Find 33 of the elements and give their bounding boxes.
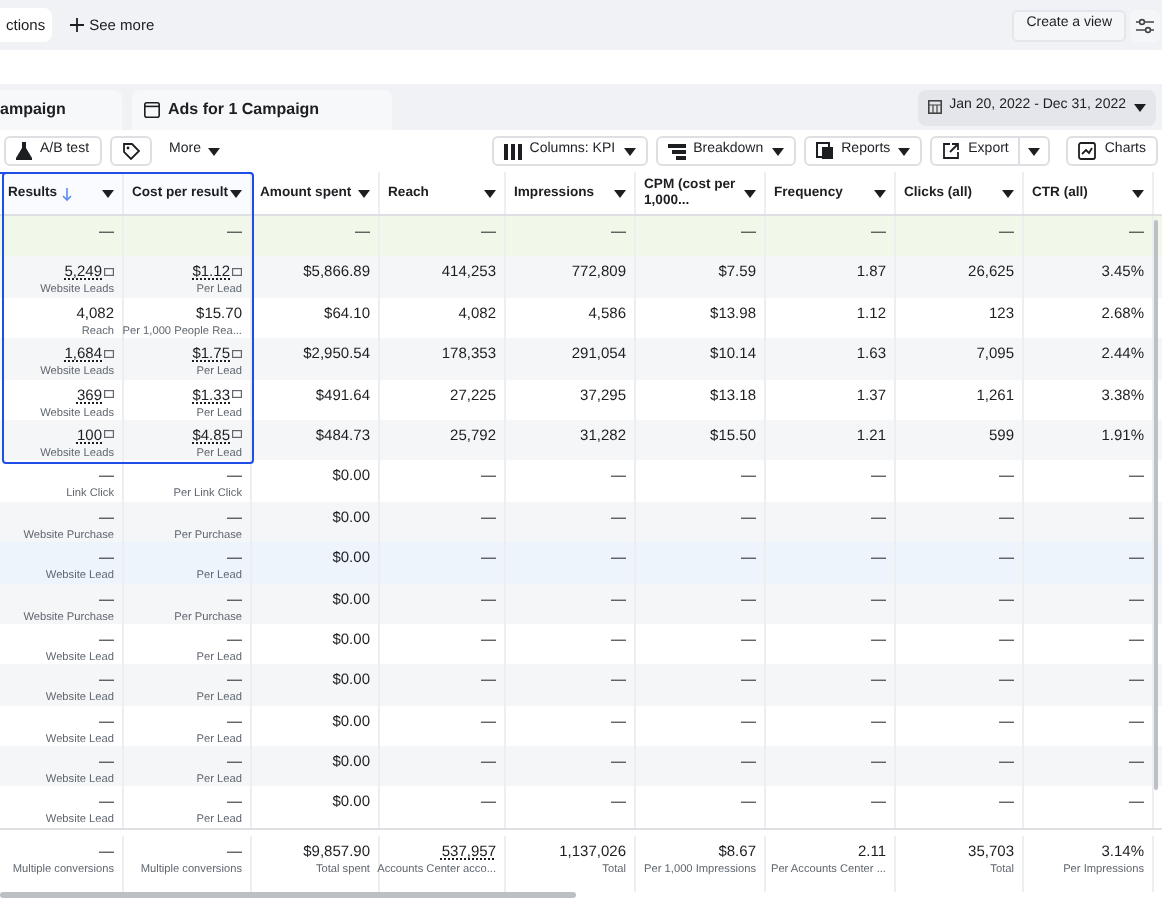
caret-icon: [874, 189, 886, 197]
export-icon: [942, 142, 961, 160]
caret-icon: [1134, 103, 1146, 111]
flask-icon: [16, 142, 32, 160]
sort-arrow-icon: [61, 187, 72, 201]
campaign-tab[interactable]: Ads for 1 Campaign: [132, 90, 392, 130]
chart-icon: [1078, 142, 1097, 160]
caret-icon: [623, 147, 636, 155]
caret-icon: [1002, 189, 1014, 197]
campaign-tab[interactable]: ampaign: [0, 90, 122, 130]
tag-button[interactable]: [109, 136, 152, 166]
columns-icon: [503, 143, 522, 159]
filter-button[interactable]: [1130, 9, 1160, 41]
export-menu-button[interactable]: [1020, 136, 1051, 166]
caret-icon: [744, 189, 756, 197]
sliders-icon: [1136, 17, 1154, 33]
caret-icon: [230, 190, 242, 198]
caret-icon: [1028, 147, 1041, 155]
caret-icon: [1132, 189, 1144, 197]
caret-icon: [484, 189, 496, 197]
caret-icon: [358, 189, 370, 197]
tag-icon: [121, 142, 140, 160]
caret-icon: [102, 190, 114, 198]
caret-icon: [614, 189, 626, 197]
caret-icon: [898, 147, 911, 155]
horizontal-scrollbar[interactable]: [0, 892, 576, 898]
caret-icon: [208, 147, 221, 155]
calendar-icon: [927, 100, 942, 114]
vertical-scrollbar[interactable]: [1154, 220, 1158, 790]
plus-icon: [69, 18, 84, 32]
breakdown-icon: [667, 143, 686, 159]
caret-icon: [771, 147, 784, 155]
reports-icon: [815, 142, 834, 160]
